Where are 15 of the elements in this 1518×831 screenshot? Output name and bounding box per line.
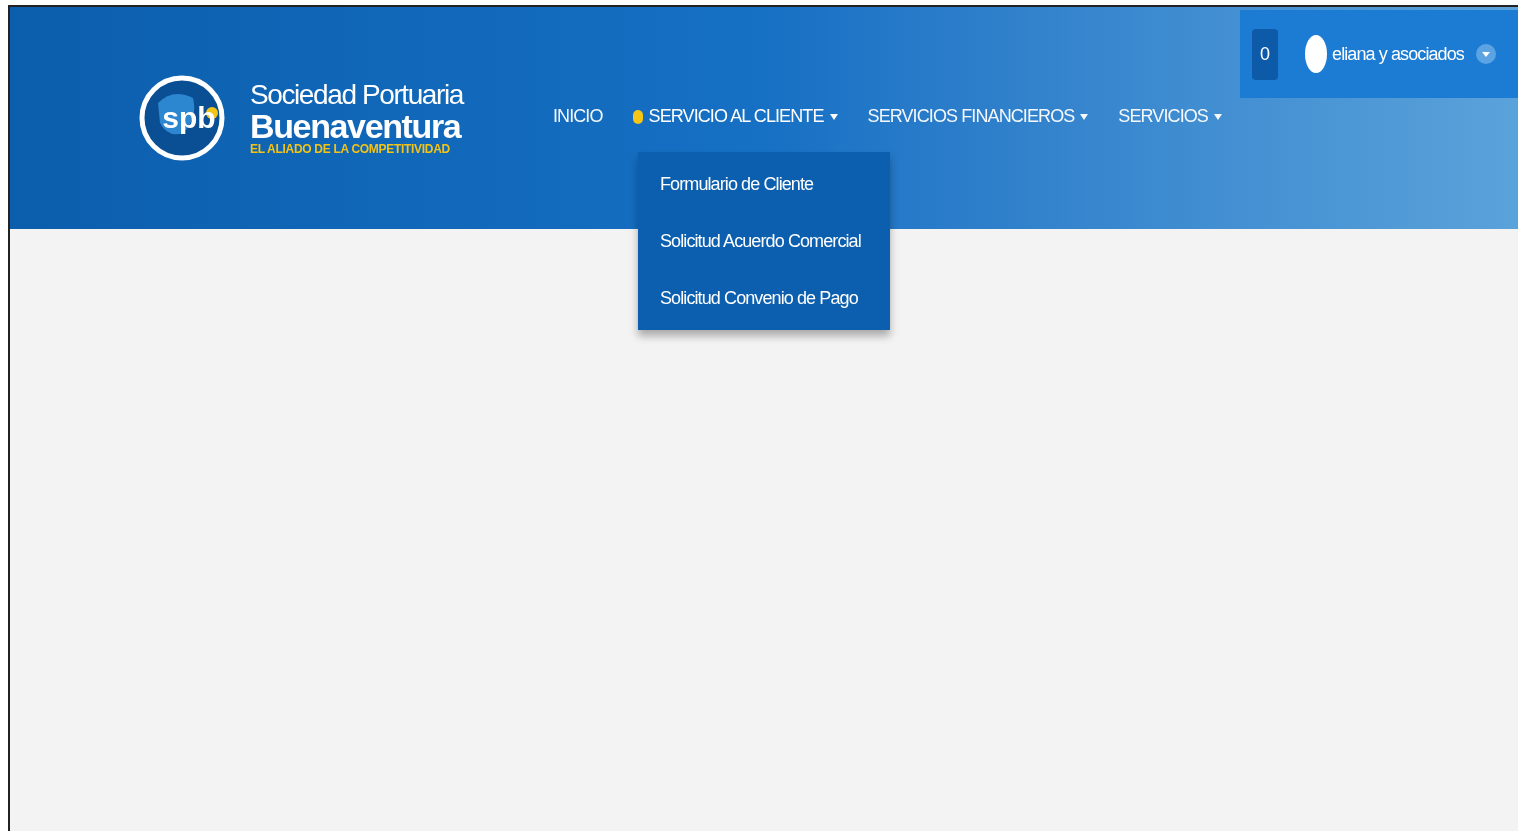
dropdown-item[interactable]: Solicitud Acuerdo Comercial [660,225,890,257]
dropdown-item[interactable]: Solicitud Convenio de Pago [660,282,890,314]
avatar-icon [1304,34,1328,74]
logo-mark: spb [162,103,216,133]
dropdown-item[interactable]: Formulario de Cliente [660,168,890,200]
logo-title: Sociedad Portuaria [250,81,463,109]
nav-link[interactable]: INICIO [552,103,603,130]
notification-count[interactable]: 0 [1252,28,1278,80]
logo-subtitle: Buenaventura [250,109,463,143]
nav-link[interactable]: SERVICIOS [1118,103,1222,130]
nav-link[interactable]: SERVICIOS FINANCIEROS [867,103,1089,130]
dropdown-caret-icon[interactable] [1475,44,1496,64]
user-name[interactable]: eliana y asociados [1332,40,1464,68]
logo-tagline: EL ALIADO DE LA COMPETITIVIDAD [250,143,451,155]
nav-link[interactable]: SERVICIO AL CLIENTE [632,103,838,130]
